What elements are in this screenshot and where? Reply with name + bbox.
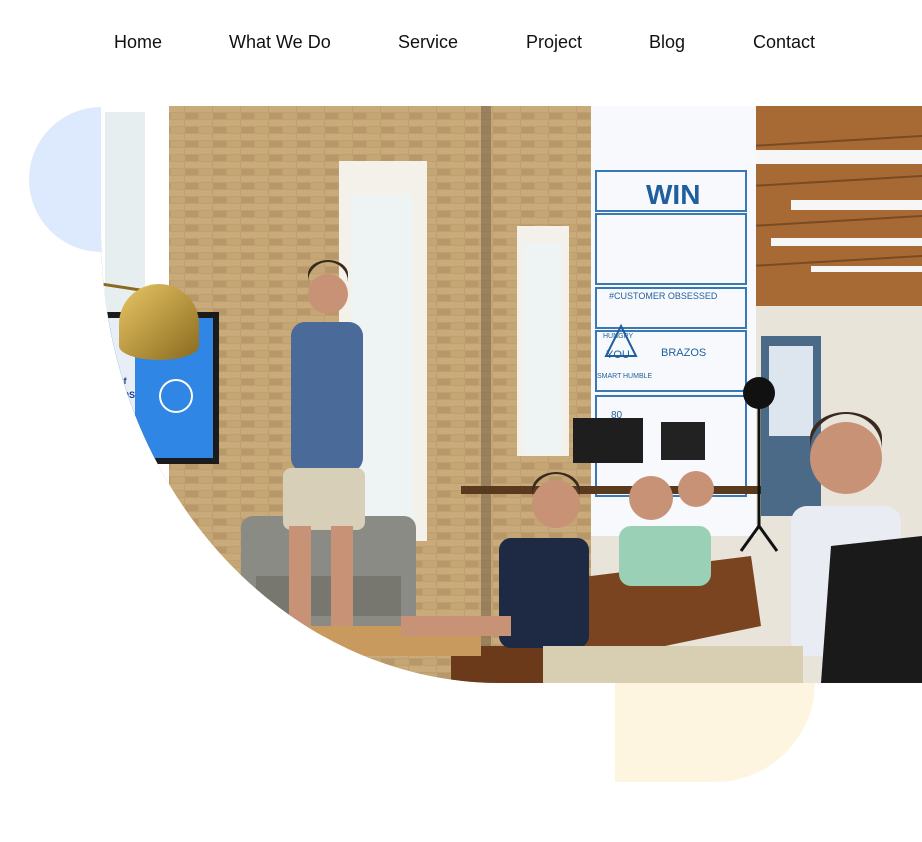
mural-humble-text: HUMBLE <box>623 373 653 380</box>
tv-text-line3: 4/2019 <box>103 406 122 412</box>
tv-text-line1: Proof <box>103 376 128 386</box>
nav-blog-link[interactable]: Blog <box>649 32 685 52</box>
nav-service-link[interactable]: Service <box>398 32 458 52</box>
mural-win-text: WIN <box>646 179 700 210</box>
mural-brazos-text: BRAZOS <box>661 347 706 359</box>
main-nav: Home What We Do Service Project Blog Con… <box>0 0 922 86</box>
nav-what-we-do-link[interactable]: What We Do <box>229 32 331 52</box>
mural-hungry-text: HUNGRY <box>603 333 634 340</box>
office-meeting-illustration: WIN #CUSTOMER OBSESSED HUNGRY YOU SMART … <box>101 106 922 683</box>
mural-banner-text: #CUSTOMER OBSESSED <box>609 291 718 301</box>
nav-contact-link[interactable]: Contact <box>753 32 815 52</box>
mural-smart-text: SMART <box>597 373 622 380</box>
nav-project-link[interactable]: Project <box>526 32 582 52</box>
tv-text-line2: HANDS <box>103 390 135 400</box>
hero-image: WIN #CUSTOMER OBSESSED HUNGRY YOU SMART … <box>101 106 922 683</box>
nav-home-link[interactable]: Home <box>114 32 162 52</box>
